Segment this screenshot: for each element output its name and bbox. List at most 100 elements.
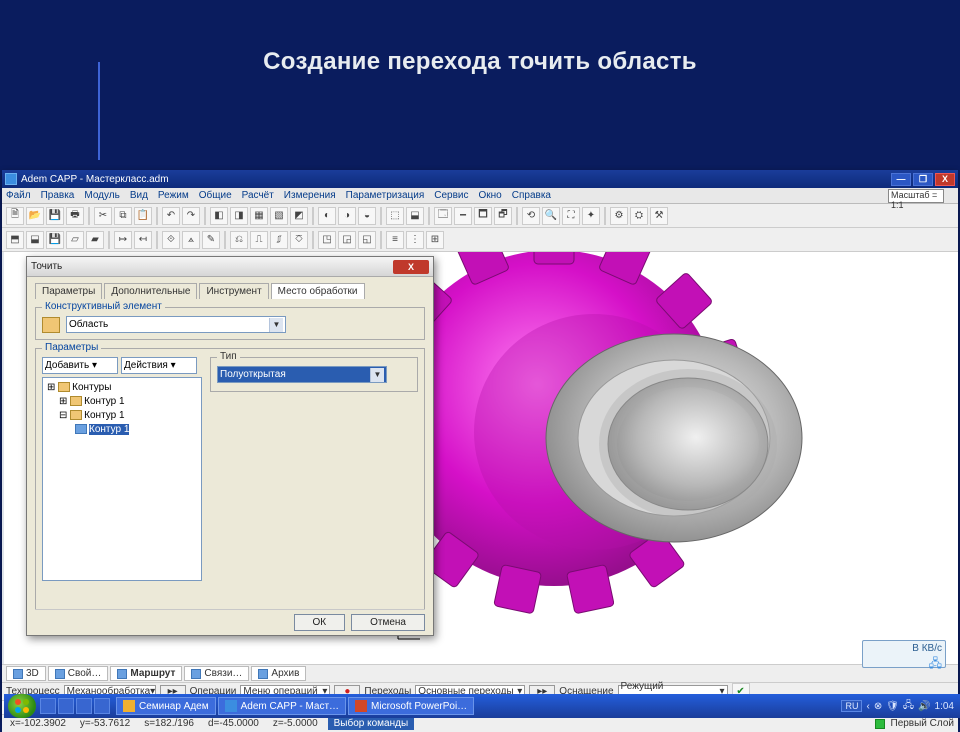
- redo-icon[interactable]: ↷: [182, 207, 200, 225]
- lang-indicator[interactable]: RU: [841, 700, 862, 712]
- rotate-icon[interactable]: ⟲: [522, 207, 540, 225]
- undo-icon[interactable]: ↶: [162, 207, 180, 225]
- tool-icon[interactable]: ↦: [114, 231, 132, 249]
- tool-icon[interactable]: ⬓: [406, 207, 424, 225]
- tree-selected[interactable]: Контур 1: [89, 424, 129, 435]
- tool-icon[interactable]: ◨: [230, 207, 248, 225]
- dialog-titlebar[interactable]: Точить X: [27, 257, 433, 277]
- zoom-icon[interactable]: 🔍: [542, 207, 560, 225]
- tool-icon[interactable]: ⬚: [386, 207, 404, 225]
- dialog-close-button[interactable]: X: [393, 260, 429, 274]
- element-select[interactable]: Область▼: [66, 316, 286, 333]
- tool-icon[interactable]: ✦: [582, 207, 600, 225]
- type-select[interactable]: Полуоткрытая▼: [217, 366, 387, 383]
- tool-icon[interactable]: ▦: [250, 207, 268, 225]
- print-icon[interactable]: 🖶: [66, 207, 84, 225]
- tool-icon[interactable]: ✎: [202, 231, 220, 249]
- view-icon[interactable]: 🗔: [434, 207, 452, 225]
- tab-params[interactable]: Параметры: [35, 283, 102, 299]
- menu-view[interactable]: Вид: [130, 190, 148, 201]
- tab-place[interactable]: Место обработки: [271, 283, 365, 299]
- menu-file[interactable]: Файл: [6, 190, 31, 201]
- minimize-button[interactable]: —: [891, 173, 911, 186]
- tool-icon[interactable]: ◱: [358, 231, 376, 249]
- ql-icon[interactable]: [76, 698, 92, 714]
- toolbar-2: ⬒ ⬓ 💾 ▱ ▰ ↦ ↤ ⟐ ⟑ ✎ ⎌ ⎍ ⎎ ⎏ ◳ ◲ ◱ ≡ ⋮ ⊞: [2, 228, 958, 252]
- tool-icon[interactable]: ⎌: [230, 231, 248, 249]
- tool-icon[interactable]: ▧: [270, 207, 288, 225]
- view-icon[interactable]: 🗗: [494, 207, 512, 225]
- menu-measure[interactable]: Измерения: [284, 190, 336, 201]
- menu-general[interactable]: Общие: [199, 190, 232, 201]
- task-powerpoint[interactable]: Microsoft PowerPoi…: [348, 697, 474, 715]
- menu-window[interactable]: Окно: [479, 190, 502, 201]
- tool-icon[interactable]: ↤: [134, 231, 152, 249]
- tray-icon[interactable]: ⊗: [874, 701, 882, 712]
- tool-icon[interactable]: ⋮: [406, 231, 424, 249]
- save-icon[interactable]: 💾: [46, 231, 64, 249]
- task-seminar[interactable]: Семинар Адем: [116, 697, 216, 715]
- tool-icon[interactable]: ▰: [86, 231, 104, 249]
- panel-tab-properties[interactable]: Свой…: [48, 666, 109, 681]
- cancel-button[interactable]: Отмена: [351, 614, 425, 631]
- ql-icon[interactable]: [40, 698, 56, 714]
- copy-icon[interactable]: ⧉: [114, 207, 132, 225]
- maximize-button[interactable]: ❐: [913, 173, 933, 186]
- panel-tab-archive[interactable]: Архив: [251, 666, 306, 681]
- tab-tool[interactable]: Инструмент: [199, 283, 268, 299]
- panel-tab-links[interactable]: Связи…: [184, 666, 249, 681]
- menu-calc[interactable]: Расчёт: [242, 190, 274, 201]
- ql-icon[interactable]: [94, 698, 110, 714]
- panel-tab-route[interactable]: Маршрут: [110, 666, 182, 681]
- tool-icon[interactable]: ≡: [386, 231, 404, 249]
- tray-icon[interactable]: 🔊: [918, 701, 930, 712]
- tool-icon[interactable]: ▱: [66, 231, 84, 249]
- start-button[interactable]: [8, 694, 36, 718]
- task-adem[interactable]: Adem CAPP - Маст…: [218, 697, 346, 715]
- tray-icon[interactable]: 🖧: [903, 698, 914, 715]
- tool-icon[interactable]: ◑: [338, 207, 356, 225]
- tool-icon[interactable]: ◧: [210, 207, 228, 225]
- add-button[interactable]: Добавить ▾: [42, 357, 118, 374]
- view-icon[interactable]: 🗕: [454, 207, 472, 225]
- actions-button[interactable]: Действия ▾: [121, 357, 197, 374]
- tool-icon[interactable]: ⬓: [26, 231, 44, 249]
- tool-icon[interactable]: ◒: [358, 207, 376, 225]
- tab-extra[interactable]: Дополнительные: [104, 283, 197, 299]
- save-icon[interactable]: 💾: [46, 207, 64, 225]
- paste-icon[interactable]: 📋: [134, 207, 152, 225]
- tool-icon[interactable]: ⬒: [6, 231, 24, 249]
- ok-button[interactable]: ОК: [294, 614, 346, 631]
- open-icon[interactable]: 📂: [26, 207, 44, 225]
- tool-icon[interactable]: ◲: [338, 231, 356, 249]
- tool-icon[interactable]: ⎍: [250, 231, 268, 249]
- new-icon[interactable]: 🗎: [6, 207, 24, 225]
- tool-icon[interactable]: ◐: [318, 207, 336, 225]
- menu-mode[interactable]: Режим: [158, 190, 189, 201]
- fit-icon[interactable]: ⛶: [562, 207, 580, 225]
- tray-icon[interactable]: 🛡: [886, 701, 899, 712]
- ql-icon[interactable]: [58, 698, 74, 714]
- menu-service[interactable]: Сервис: [434, 190, 468, 201]
- tool-icon[interactable]: ⎎: [270, 231, 288, 249]
- tool-icon[interactable]: ⎏: [290, 231, 308, 249]
- tool-icon[interactable]: ⊞: [426, 231, 444, 249]
- menu-edit[interactable]: Правка: [41, 190, 75, 201]
- tool-icon[interactable]: ⛭: [630, 207, 648, 225]
- scale-field[interactable]: Масштаб = 1:1: [888, 189, 944, 203]
- tool-icon[interactable]: ⚙: [610, 207, 628, 225]
- tool-icon[interactable]: ◳: [318, 231, 336, 249]
- menu-module[interactable]: Модуль: [84, 190, 119, 201]
- tool-icon[interactable]: ⚒: [650, 207, 668, 225]
- tray-icon[interactable]: ‹: [866, 701, 869, 712]
- close-button[interactable]: X: [935, 173, 955, 186]
- contours-tree[interactable]: ⊞ Контуры ⊞ Контур 1 ⊟ Контур 1 Контур 1: [42, 377, 202, 581]
- tool-icon[interactable]: ⟑: [182, 231, 200, 249]
- cut-icon[interactable]: ✂: [94, 207, 112, 225]
- menu-param[interactable]: Параметризация: [346, 190, 425, 201]
- panel-tab-3d[interactable]: 3D: [6, 666, 46, 681]
- tool-icon[interactable]: ◩: [290, 207, 308, 225]
- menu-help[interactable]: Справка: [512, 190, 551, 201]
- tool-icon[interactable]: ⟐: [162, 231, 180, 249]
- view-icon[interactable]: 🗖: [474, 207, 492, 225]
